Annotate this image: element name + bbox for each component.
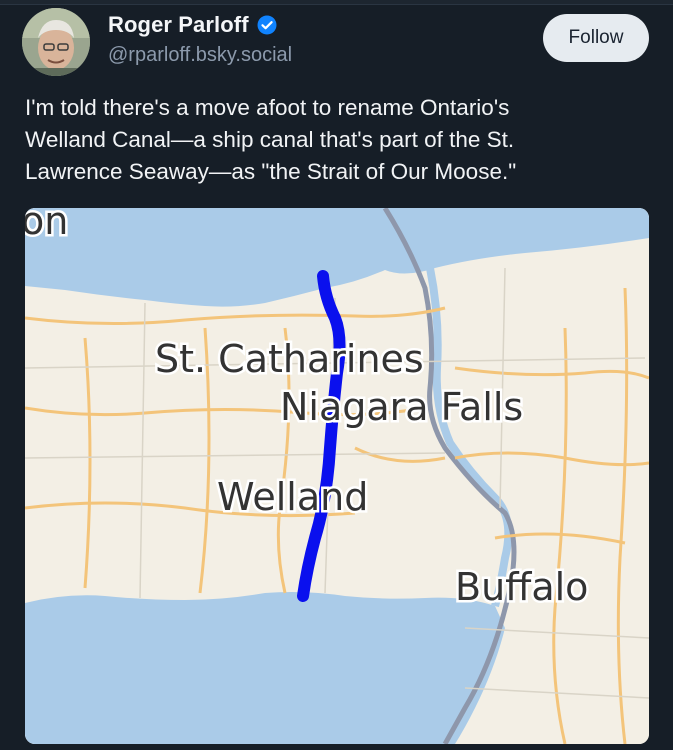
- author-handle[interactable]: @rparloff.bsky.social: [108, 44, 292, 67]
- author-name[interactable]: Roger Parloff: [108, 12, 249, 38]
- top-divider: [0, 0, 673, 5]
- author-name-row: Roger Parloff: [108, 12, 277, 38]
- post-text-line: I'm told there's a move afoot to rename …: [25, 95, 510, 120]
- post-text: I'm told there's a move afoot to rename …: [25, 92, 655, 188]
- avatar[interactable]: [22, 8, 90, 76]
- post-text-line: Lawrence Seaway—as "the Strait of Our Mo…: [25, 159, 517, 184]
- map-label-corner: on: [25, 208, 68, 243]
- map-label-buffalo: Buffalo: [455, 565, 588, 609]
- follow-button[interactable]: Follow: [543, 14, 649, 62]
- map-label-st-catharines: St. Catharines: [155, 337, 424, 381]
- map-label-welland: Welland: [217, 475, 368, 519]
- post-text-line: Welland Canal—a ship canal that's part o…: [25, 127, 515, 152]
- map-image[interactable]: on St. Catharines Niagara Falls Welland …: [25, 208, 649, 744]
- verified-badge-icon: [257, 15, 277, 35]
- map-label-niagara-falls: Niagara Falls: [280, 385, 523, 429]
- lake-erie: [25, 592, 505, 744]
